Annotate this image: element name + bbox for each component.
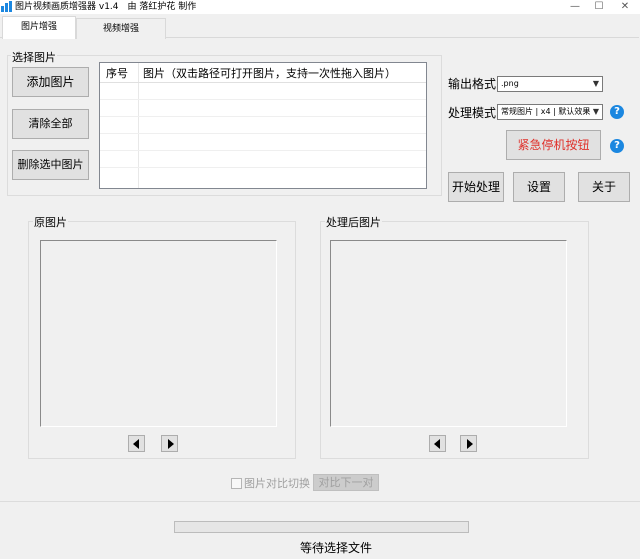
column-header-path[interactable]: 图片（双击路径可打开图片，支持一次性拖入图片） <box>143 65 396 81</box>
app-icon <box>1 1 12 12</box>
output-format-select[interactable]: .png ▼ <box>497 76 603 92</box>
compare-toggle-checkbox[interactable] <box>231 478 242 489</box>
chevron-down-icon: ▼ <box>592 79 599 88</box>
status-text: 等待选择文件 <box>300 541 373 555</box>
select-images-label: 选择图片 <box>11 49 57 65</box>
about-button[interactable]: 关于 <box>578 172 630 202</box>
clear-all-button[interactable]: 清除全部 <box>12 109 89 139</box>
processed-prev-button[interactable] <box>429 435 446 452</box>
original-prev-button[interactable] <box>128 435 145 452</box>
output-format-label: 输出格式 <box>448 77 497 91</box>
processing-mode-label: 处理模式 <box>448 106 497 120</box>
processing-mode-select[interactable]: 常规图片 | x4 | 默认效果 ▼ <box>497 104 603 120</box>
output-format-value: .png <box>501 79 519 88</box>
processing-mode-value: 常规图片 | x4 | 默认效果 <box>501 107 591 116</box>
title-bar: 图片视频画质增强器 v1.4 由 落红护花 制作 — ☐ ✕ <box>0 0 640 14</box>
processed-image-view <box>330 240 567 427</box>
start-processing-button[interactable]: 开始处理 <box>448 172 504 202</box>
divider <box>0 501 640 502</box>
triangle-right-icon <box>168 439 174 449</box>
original-image-label: 原图片 <box>33 214 68 230</box>
help-icon[interactable]: ? <box>610 139 624 153</box>
close-icon[interactable]: ✕ <box>613 0 637 14</box>
file-list[interactable]: 序号 图片（双击路径可打开图片，支持一次性拖入图片） <box>99 62 427 189</box>
processed-next-button[interactable] <box>460 435 477 452</box>
tab-image-enhance[interactable]: 图片增强 <box>2 16 76 39</box>
original-next-button[interactable] <box>161 435 178 452</box>
add-image-button[interactable]: 添加图片 <box>12 67 89 97</box>
settings-button[interactable]: 设置 <box>513 172 565 202</box>
chevron-down-icon: ▼ <box>591 105 599 119</box>
delete-selected-button[interactable]: 删除选中图片 <box>12 150 89 180</box>
original-image-view <box>40 240 277 427</box>
compare-next-button[interactable]: 对比下一对 <box>313 474 379 491</box>
maximize-icon[interactable]: ☐ <box>587 0 611 14</box>
triangle-left-icon <box>133 439 139 449</box>
help-icon[interactable]: ? <box>610 105 624 119</box>
triangle-left-icon <box>434 439 440 449</box>
tab-video-enhance[interactable]: 视频增强 <box>76 18 166 39</box>
column-header-index[interactable]: 序号 <box>106 65 128 81</box>
minimize-icon[interactable]: — <box>563 0 587 14</box>
emergency-stop-button[interactable]: 紧急停机按钮 <box>506 130 601 160</box>
compare-toggle-label: 图片对比切换 <box>244 477 310 490</box>
processed-image-label: 处理后图片 <box>325 214 382 230</box>
triangle-right-icon <box>467 439 473 449</box>
progress-bar <box>174 521 469 533</box>
window-title: 图片视频画质增强器 v1.4 由 落红护花 制作 <box>15 2 197 12</box>
